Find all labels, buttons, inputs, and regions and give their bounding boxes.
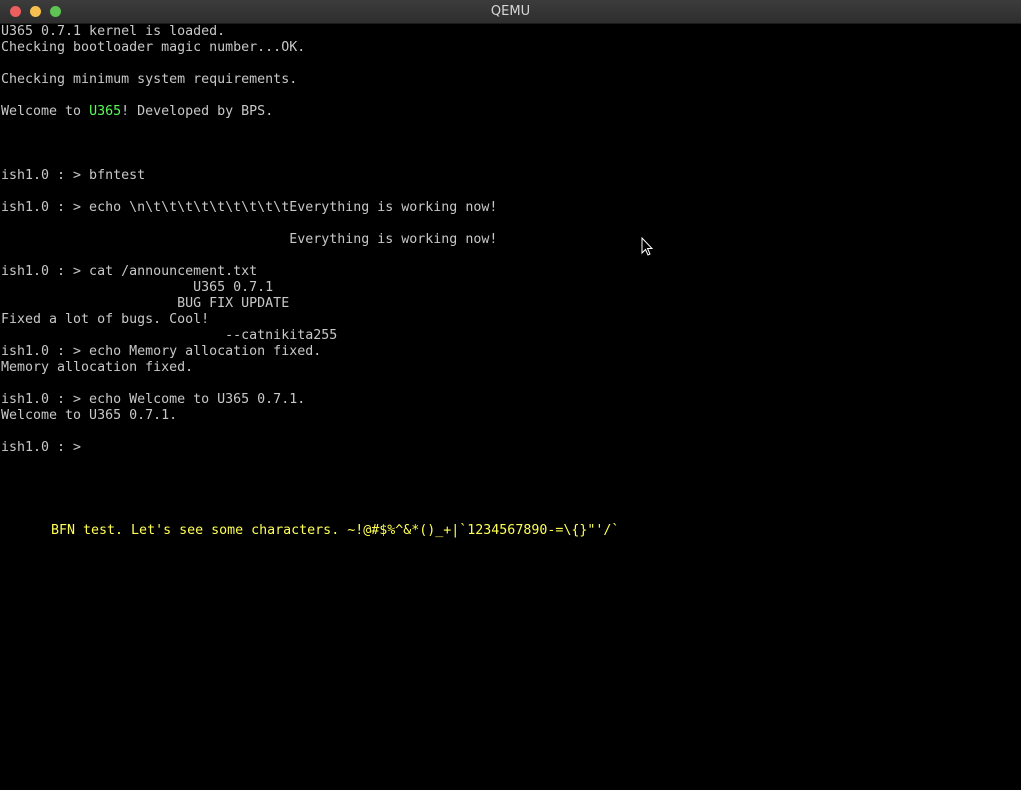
bfn-test-line: BFN test. Let's see some characters. ~!@…	[51, 523, 620, 538]
terminal-line: Everything is working now!	[1, 232, 498, 247]
welcome-line: Welcome to U365! Developed by BPS.	[1, 104, 273, 120]
terminal-line: Checking minimum system requirements.	[1, 72, 298, 87]
terminal-line: BUG FIX UPDATE	[1, 296, 290, 311]
welcome-suffix: ! Developed by BPS.	[121, 104, 274, 119]
qemu-window: QEMU U365 0.7.1 kernel is loaded. Checkin…	[0, 0, 1021, 790]
terminal-line: ish1.0 : > echo Welcome to U365 0.7.1.	[1, 392, 306, 407]
mouse-pointer-icon	[641, 237, 654, 256]
terminal-line: Checking bootloader magic number...OK.	[1, 40, 306, 55]
terminal-line: ish1.0 : > cat /announcement.txt	[1, 264, 258, 279]
terminal-line: Welcome to U365 0.7.1.	[1, 408, 178, 423]
terminal-line: U365 0.7.1	[1, 280, 274, 295]
terminal-line: Fixed a lot of bugs. Cool!	[1, 312, 210, 327]
terminal-line: ish1.0 : > bfntest	[1, 168, 146, 183]
terminal-line: --catnikita255	[1, 328, 338, 343]
terminal-line: ish1.0 : > echo \n\t\t\t\t\t\t\t\t\tEver…	[1, 200, 498, 215]
os-name-highlight: U365	[89, 104, 122, 119]
terminal-screen[interactable]: U365 0.7.1 kernel is loaded. Checking boo…	[0, 24, 1021, 790]
terminal-line: ish1.0 : > echo Memory allocation fixed.	[1, 344, 322, 359]
terminal-line: Memory allocation fixed.	[1, 360, 194, 375]
terminal-line: U365 0.7.1 kernel is loaded.	[1, 24, 226, 39]
terminal-line: ish1.0 : >	[1, 440, 82, 455]
welcome-prefix: Welcome to	[1, 104, 90, 119]
window-title: QEMU	[490, 4, 531, 19]
title-bar[interactable]: QEMU	[0, 0, 1021, 24]
